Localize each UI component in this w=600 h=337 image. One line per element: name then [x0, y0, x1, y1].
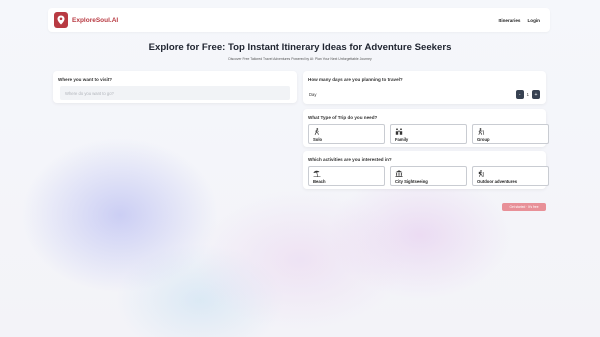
days-row: Day - 1 +: [309, 90, 540, 99]
activities-card: Which activities are you interested in? …: [303, 151, 549, 189]
trip-option-family[interactable]: Family: [390, 124, 467, 144]
activity-option-label: Outdoor adventures: [477, 179, 518, 184]
trip-option-label: Family: [395, 137, 409, 142]
person-walking-icon: [314, 128, 319, 135]
days-card: How many days are you planning to travel…: [303, 71, 546, 104]
landmark-icon: [395, 170, 403, 177]
trip-option-label: Group: [477, 137, 490, 142]
trip-option-group[interactable]: Group: [472, 124, 549, 144]
activity-option-beach[interactable]: Beach: [308, 166, 385, 186]
nav-link-itineraries[interactable]: Itineraries: [499, 18, 521, 23]
destination-question: Where you want to visit?: [58, 77, 113, 82]
activity-option-outdoor-adventures[interactable]: Outdoor adventures: [472, 166, 549, 186]
days-stepper: - 1 +: [515, 90, 540, 99]
activity-options: Beach City Sightseeing Outdoor adventure…: [308, 166, 549, 186]
top-nav-bar: ExploreSoul.AI Itineraries Login: [48, 8, 550, 32]
activity-option-city-sightseeing[interactable]: City Sightseeing: [390, 166, 467, 186]
page-subtitle: Discover Free Tailored Travel Adventures…: [228, 57, 372, 61]
activity-option-label: Beach: [313, 179, 326, 184]
trip-type-card: What Type of Trip do you need? Solo Fami…: [303, 109, 549, 147]
trip-option-solo[interactable]: Solo: [308, 124, 385, 144]
family-icon: [395, 128, 403, 135]
destination-card: Where you want to visit?: [53, 71, 297, 103]
destination-input[interactable]: [60, 86, 290, 100]
trip-option-label: Solo: [313, 137, 323, 142]
days-value: 1: [526, 92, 529, 97]
activities-question: Which activities are you interested in?: [308, 157, 392, 162]
nav-link-login[interactable]: Login: [527, 18, 540, 23]
trip-type-question: What Type of Trip do you need?: [308, 115, 378, 120]
trip-type-options: Solo Family Group: [308, 124, 549, 144]
days-question: How many days are you planning to travel…: [308, 77, 403, 82]
get-started-button[interactable]: Get started · It's free: [502, 203, 546, 211]
decrement-day-button[interactable]: -: [515, 90, 524, 99]
brand-name: ExploreSoul.AI: [72, 16, 119, 24]
hero: Explore for Free: Top Instant Itinerary …: [0, 42, 600, 61]
location-pin-logo-icon: [54, 12, 68, 28]
increment-day-button[interactable]: +: [532, 90, 540, 99]
group-icon: [478, 128, 485, 135]
day-unit-label: Day: [309, 92, 317, 97]
beach-umbrella-icon: [313, 170, 321, 177]
activity-option-label: City Sightseeing: [395, 179, 428, 184]
brand[interactable]: ExploreSoul.AI: [54, 12, 118, 28]
hiker-icon: [478, 170, 485, 177]
page-title: Explore for Free: Top Instant Itinerary …: [148, 42, 452, 53]
nav-links: Itineraries Login: [499, 18, 540, 23]
